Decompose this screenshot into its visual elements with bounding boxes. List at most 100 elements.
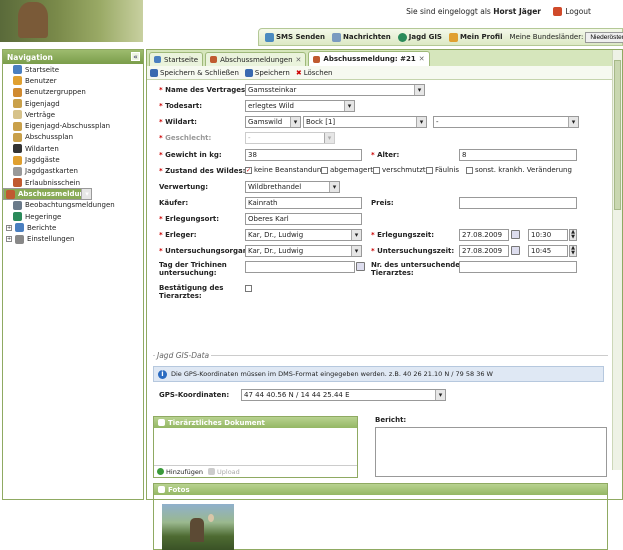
weight-input[interactable]: 38 — [245, 149, 362, 161]
condition-none-checkbox[interactable]: ✓ keine Beanstandung — [245, 166, 326, 174]
gear-icon — [15, 234, 24, 244]
logout-icon — [553, 7, 563, 16]
expand-icon[interactable]: + — [6, 224, 12, 231]
condition-dirty-checkbox[interactable]: verschmutzt — [373, 166, 426, 174]
inspectdate-input[interactable]: 27.08.2009 — [459, 245, 509, 257]
profile-button[interactable]: Mein Profil — [448, 32, 502, 42]
death-select[interactable]: erlegtes Wild — [245, 100, 355, 112]
messages-button[interactable]: Nachrichten — [332, 32, 391, 42]
upload-icon — [208, 468, 215, 475]
sex-select[interactable]: - — [245, 132, 335, 144]
location-input[interactable]: Oberes Karl — [245, 213, 362, 225]
tab-bar: Startseite Abschussmeldungen ✕ Abschussme… — [147, 50, 622, 66]
scrollbar-thumb[interactable] — [614, 60, 621, 210]
age-label: * Alter: — [371, 151, 400, 159]
usage-select[interactable]: Wildbrethandel — [245, 181, 340, 193]
logout-link[interactable]: Logout — [553, 7, 591, 16]
killtime-input[interactable]: 10:30 — [528, 229, 568, 241]
tab-startseite[interactable]: Startseite — [149, 52, 204, 66]
sidebar-item-benutzer[interactable]: Benutzer — [3, 75, 143, 86]
inspector-select[interactable]: Kar, Dr., Ludwig — [245, 245, 362, 257]
game-sub-select[interactable]: - — [433, 116, 579, 128]
calendar-icon[interactable] — [511, 230, 520, 239]
checkbox[interactable] — [466, 166, 473, 174]
sidebar-item-hegeringe[interactable]: Hegeringe — [3, 211, 143, 222]
vet-number-input[interactable] — [459, 261, 577, 273]
sidebar-item-benutzergruppen[interactable]: Benutzergruppen — [3, 87, 143, 98]
sms-icon — [265, 32, 274, 42]
gps-select[interactable]: 47 44 40.56 N / 14 44 25.44 E — [241, 389, 446, 401]
checkbox[interactable] — [321, 166, 328, 174]
sidebar-item-erlaubnisschein[interactable]: Erlaubnisschein — [3, 177, 143, 188]
expand-icon[interactable]: + — [6, 236, 12, 243]
time-spinner-icon[interactable]: ▲ ▼ — [569, 229, 577, 241]
sidebar-item-verträge[interactable]: Verträge — [3, 109, 143, 120]
sidebar-item-einstellungen[interactable]: + Einstellungen — [3, 233, 143, 244]
card-icon — [13, 166, 22, 176]
calendar-icon[interactable] — [356, 262, 365, 271]
vet-confirm-checkbox[interactable] — [245, 285, 252, 292]
sidebar-item-eigenjagd[interactable]: Eigenjagd — [3, 98, 143, 109]
tab-abschussmeldungen[interactable]: Abschussmeldungen ✕ — [205, 52, 307, 66]
region-select[interactable]: Niederösterreich — [585, 31, 623, 43]
sidebar-item-jagdgäste[interactable]: Jagdgäste — [3, 154, 143, 165]
tab-abschussmeldung-21[interactable]: Abschussmeldung: #21 ✕ — [308, 51, 430, 66]
globe-icon — [397, 32, 407, 42]
sidebar-item-wildarten[interactable]: Wildarten — [3, 143, 143, 154]
close-icon[interactable]: ✕ — [296, 56, 302, 64]
add-button[interactable]: Hinzufügen — [157, 468, 203, 476]
region-selector: Meine Bundesländer: Niederösterreich — [509, 31, 623, 43]
sidebar-item-label: Verträge — [25, 110, 56, 119]
sidebar-item-jagdgastkarten[interactable]: Jagdgastkarten — [3, 166, 143, 177]
price-input[interactable] — [459, 197, 577, 209]
game-select[interactable]: Gamswild — [245, 116, 301, 128]
scrollbar[interactable] — [612, 50, 622, 470]
calendar-icon[interactable] — [511, 246, 520, 255]
delete-icon: ✖ — [295, 68, 302, 77]
sidebar-item-beobachtungsmeldungen[interactable]: Beobachtungsmeldungen — [3, 200, 143, 211]
sidebar-item-label: Jagdgäste — [25, 156, 60, 165]
sidebar-item-abschussmeldung[interactable]: Abschussmeldung — [3, 188, 93, 201]
document-icon — [13, 132, 22, 142]
checkbox[interactable] — [373, 166, 380, 174]
collapse-icon[interactable]: « — [131, 52, 140, 61]
weight-label: * Gewicht in kg: — [159, 151, 222, 159]
sidebar-item-startseite[interactable]: Startseite — [3, 64, 143, 75]
checkbox[interactable] — [426, 166, 433, 174]
sidebar-item-berichte[interactable]: + Berichte — [3, 222, 143, 233]
sidebar-item-label: Beobachtungsmeldungen — [25, 201, 115, 210]
game-class-select[interactable]: Bock [1] — [303, 116, 427, 128]
upload-button[interactable]: Upload — [208, 468, 240, 476]
sidebar-item-label: Jagdgastkarten — [25, 167, 78, 176]
save-button[interactable]: Speichern — [244, 68, 290, 77]
delete-button[interactable]: ✖ Löschen — [296, 69, 333, 77]
checkbox[interactable] — [245, 285, 252, 292]
gis-button[interactable]: Jagd GIS — [397, 32, 442, 42]
photos-panel: Fotos — [153, 483, 608, 550]
save-close-button[interactable]: Speichern & Schließen — [150, 68, 239, 77]
contract-select[interactable]: Gamssteinkar — [245, 84, 425, 96]
buyer-input[interactable]: Kainrath — [245, 197, 362, 209]
sidebar-item-label: Abschussplan — [25, 133, 74, 142]
age-input[interactable]: 8 — [459, 149, 577, 161]
hunter-select[interactable]: Kar, Dr., Ludwig — [245, 229, 362, 241]
condition-other-checkbox[interactable]: sonst. krankh. Veränderung — [466, 166, 572, 174]
sidebar-item-abschussplan[interactable]: Abschussplan — [3, 132, 143, 143]
location-label: * Erlegungsort: — [159, 215, 220, 223]
condition-thin-checkbox[interactable]: abgemagert — [321, 166, 373, 174]
header: Sie sind eingeloggt als Horst Jäger Logo… — [0, 0, 623, 50]
time-spinner-icon[interactable]: ▲ ▼ — [569, 245, 577, 257]
sidebar-item-eigenjagd-abschussplan[interactable]: Eigenjagd-Abschussplan — [3, 120, 143, 131]
killdate-input[interactable]: 27.08.2009 — [459, 229, 509, 241]
inspecttime-input[interactable]: 10:45 — [528, 245, 568, 257]
usage-label: Verwertung: — [159, 183, 209, 191]
user-name: Horst Jäger — [493, 7, 541, 16]
trichinen-date-input[interactable] — [245, 261, 355, 273]
close-icon[interactable]: ✕ — [419, 55, 425, 63]
report-textarea[interactable] — [375, 427, 607, 477]
checkbox[interactable]: ✓ — [245, 166, 252, 174]
photo-thumbnail[interactable] — [162, 504, 234, 550]
top-bar: Sie sind eingeloggt als Horst Jäger Logo… — [143, 0, 623, 22]
sms-button[interactable]: SMS Senden — [265, 32, 325, 42]
condition-rot-checkbox[interactable]: Fäulnis — [426, 166, 459, 174]
